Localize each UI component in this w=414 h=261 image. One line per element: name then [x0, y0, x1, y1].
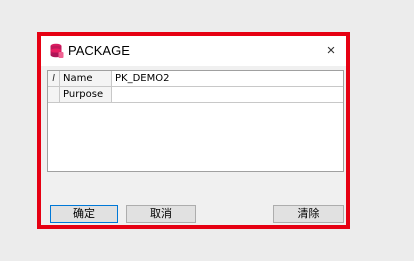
name-label: Name	[60, 71, 112, 86]
name-value-field[interactable]: PK_DEMO2	[115, 71, 343, 86]
close-button[interactable]: ×	[320, 40, 342, 62]
dialog-title: PACKAGE	[68, 43, 130, 58]
grid-row-name[interactable]: I Name PK_DEMO2	[48, 71, 343, 87]
clear-button[interactable]: 清除	[273, 205, 344, 223]
row-indicator	[48, 87, 60, 102]
package-dialog: PACKAGE × I Name PK_DEMO2 Purpose 确定 取消 …	[37, 32, 350, 229]
cancel-button[interactable]: 取消	[126, 205, 196, 223]
confirm-button[interactable]: 确定	[50, 205, 118, 223]
grid-row-purpose[interactable]: Purpose	[48, 87, 343, 103]
property-grid: I Name PK_DEMO2 Purpose	[47, 70, 344, 172]
database-stack-icon	[50, 43, 64, 59]
row-edit-indicator: I	[48, 71, 60, 86]
title-bar: PACKAGE ×	[41, 36, 346, 66]
purpose-label: Purpose	[60, 87, 112, 102]
purpose-value-field[interactable]	[115, 87, 343, 102]
